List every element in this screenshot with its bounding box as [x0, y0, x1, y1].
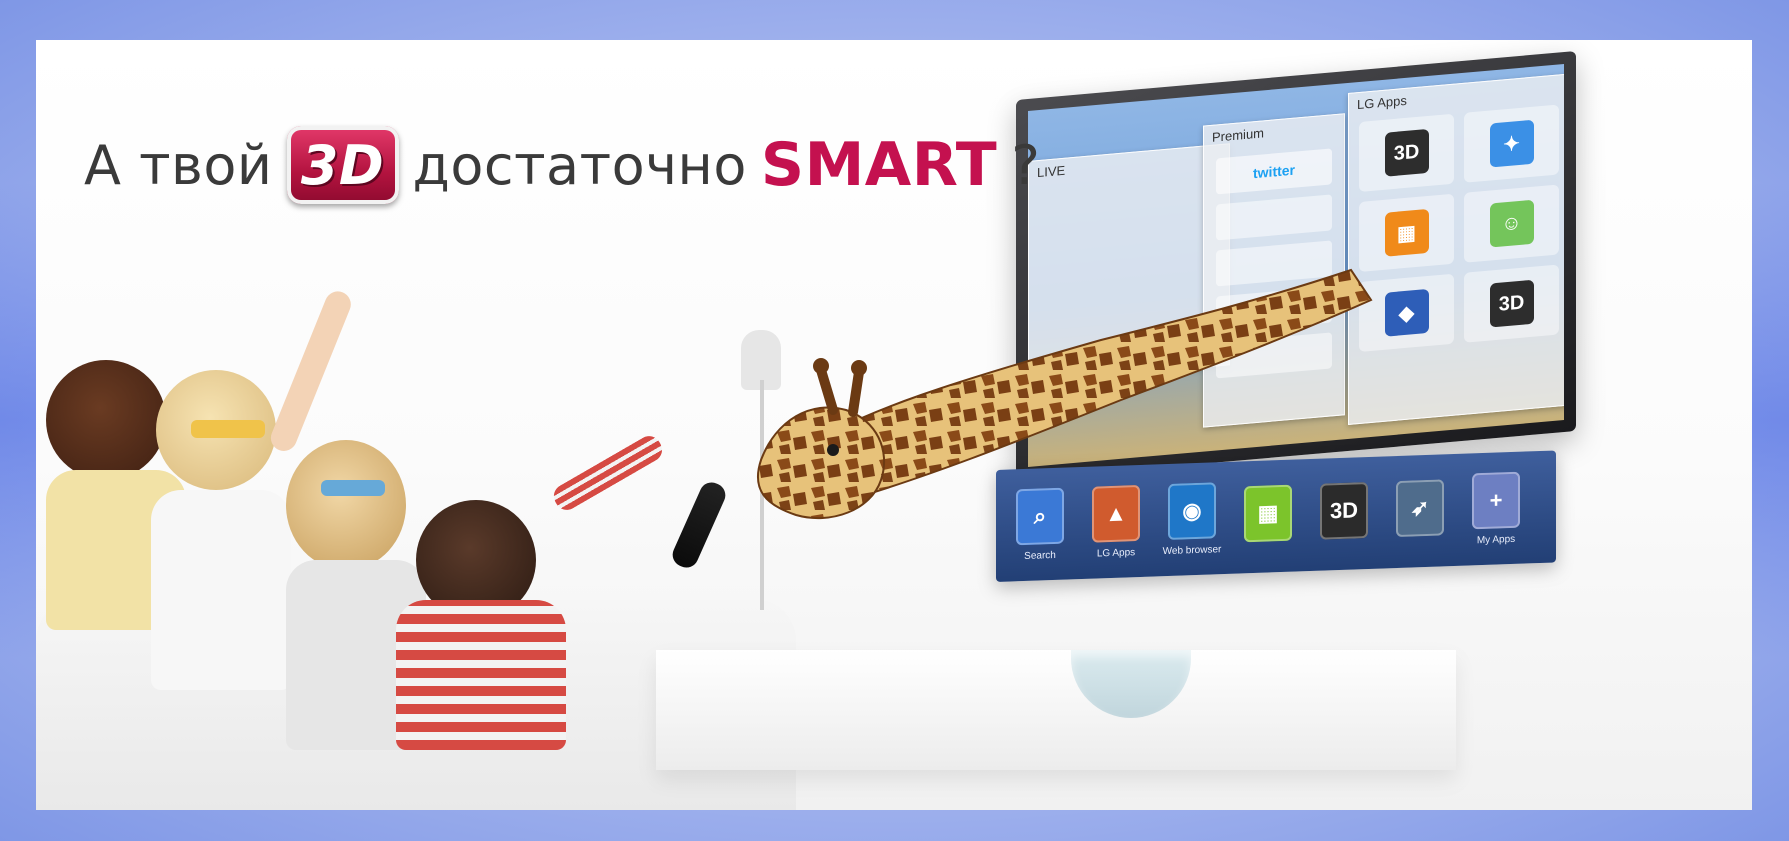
3d-world-icon: 3D	[1384, 128, 1429, 177]
premium-item-twitter[interactable]: twitter	[1216, 148, 1332, 195]
app-tile[interactable]: ✦	[1464, 104, 1559, 183]
premium-title: Premium	[1212, 125, 1265, 145]
3d-world-icon: 3D	[1320, 482, 1368, 540]
lg-apps-grid: 3D ✦ ▦ ☺ ◆ 3D	[1349, 98, 1564, 359]
lg-apps-icon: ▲	[1092, 484, 1140, 543]
launcher-label: Search	[1024, 549, 1056, 562]
premium-item[interactable]	[1216, 194, 1332, 241]
cartoon-icon: ☺	[1489, 199, 1534, 248]
3d-badge: 3D	[286, 126, 399, 204]
headline: А твой 3D достаточно SMART ?	[84, 120, 1040, 210]
puzzle-icon: ✦	[1489, 119, 1534, 168]
app-tile[interactable]: 3D	[1464, 264, 1559, 343]
launcher-label: My Apps	[1476, 533, 1516, 546]
live-label: LIVE	[1037, 162, 1066, 181]
my-apps-icon: +	[1472, 471, 1520, 529]
headline-question-mark: ?	[1011, 133, 1041, 197]
headline-prefix: А твой	[84, 133, 273, 197]
cube-game-icon: ▦	[1244, 484, 1292, 543]
launcher-item-arrow-game[interactable]: ➶	[1388, 479, 1452, 543]
web-browser-icon: ◉	[1168, 481, 1216, 540]
headline-smart: SMART	[760, 130, 998, 200]
launcher-bar: ⌕ Search ▲ LG Apps ◉ Web browser ▦ 3D ➶	[996, 450, 1556, 582]
3d-world-icon: 3D	[1489, 279, 1534, 328]
launcher-item-lg-apps[interactable]: ▲ LG Apps	[1084, 484, 1148, 559]
promo-photo: LIVE Premium twitter LG Apps 3D ✦ ▦ ☺ ◆ …	[36, 40, 1752, 810]
launcher-item-search[interactable]: ⌕ Search	[1008, 487, 1072, 562]
launcher-item-web-browser[interactable]: ◉ Web browser	[1160, 481, 1224, 557]
app-tile[interactable]: 3D	[1359, 113, 1454, 192]
headline-middle: достаточно	[412, 133, 747, 197]
gem-icon: ◆	[1384, 288, 1429, 337]
launcher-label: Web browser	[1162, 543, 1222, 557]
search-icon: ⌕	[1016, 487, 1064, 545]
tv-remote	[668, 478, 730, 572]
launcher-label: LG Apps	[1096, 546, 1136, 559]
media-table	[656, 650, 1456, 770]
living-room-scene: LIVE Premium twitter LG Apps 3D ✦ ▦ ☺ ◆ …	[36, 40, 1752, 810]
game-tiles-icon: ▦	[1384, 208, 1429, 257]
launcher-item-3d-world[interactable]: 3D	[1312, 482, 1376, 546]
arrow-game-icon: ➶	[1396, 479, 1444, 538]
launcher-item-cube-game[interactable]: ▦	[1236, 484, 1300, 548]
launcher-item-my-apps[interactable]: + My Apps	[1464, 471, 1528, 546]
app-tile[interactable]: ☺	[1464, 184, 1559, 263]
